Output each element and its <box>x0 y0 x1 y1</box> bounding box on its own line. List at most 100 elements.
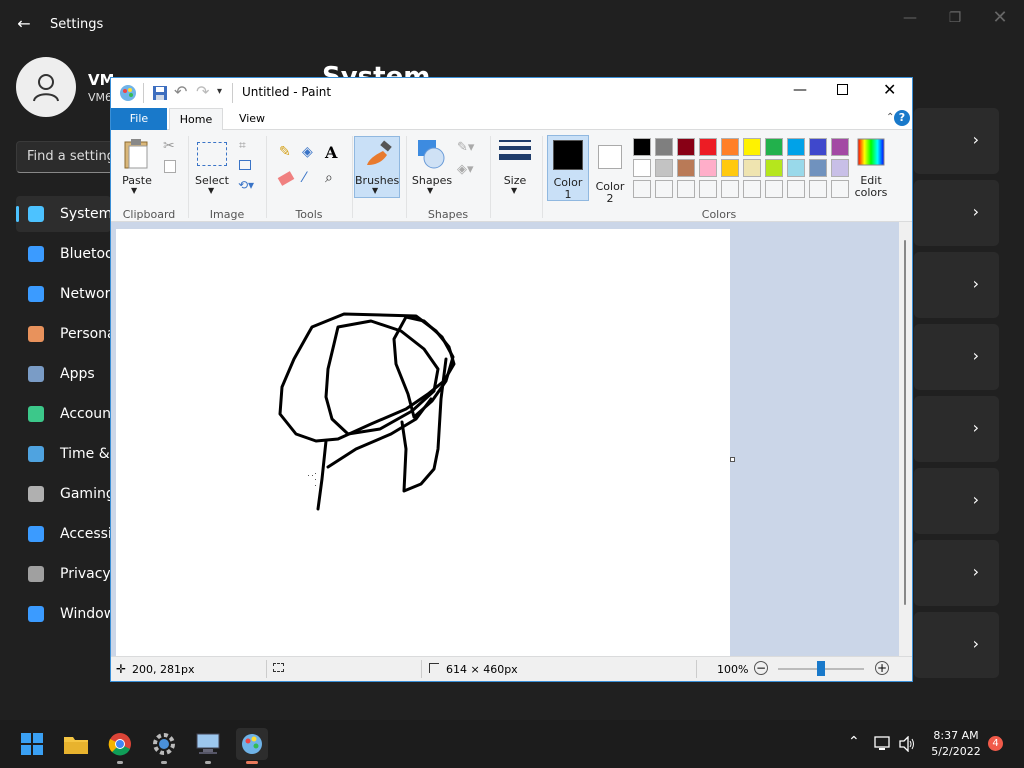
custom-color-slot[interactable] <box>809 180 827 198</box>
palette-swatch[interactable] <box>633 159 651 177</box>
taskbar-settings[interactable] <box>148 728 180 764</box>
canvas-resize-handle[interactable] <box>730 457 735 462</box>
magnifier-icon[interactable]: ⌕ <box>325 170 333 186</box>
shapes-icon[interactable] <box>416 138 448 170</box>
color-picker-icon[interactable]: ⁄ <box>303 170 305 186</box>
settings-card[interactable]: › <box>914 396 999 462</box>
sidebar-item-4[interactable]: Apps <box>16 356 111 392</box>
sidebar-item-8[interactable]: Accessibility <box>16 516 111 552</box>
cut-icon[interactable]: ✂ <box>163 138 175 154</box>
custom-color-slot[interactable] <box>743 180 761 198</box>
palette-swatch[interactable] <box>743 138 761 156</box>
sidebar-item-1[interactable]: Bluetooth & devices <box>16 236 111 272</box>
sidebar-item-10[interactable]: Windows Update <box>16 596 111 632</box>
settings-card[interactable]: › <box>914 180 999 246</box>
sidebar-item-7[interactable]: Gaming <box>16 476 111 512</box>
palette-swatch[interactable] <box>633 138 651 156</box>
sidebar-item-6[interactable]: Time & language <box>16 436 111 472</box>
sidebar-item-9[interactable]: Privacy & security <box>16 556 111 592</box>
back-arrow-icon[interactable]: ← <box>14 14 34 34</box>
paste-dropdown-icon[interactable]: ▼ <box>131 186 137 195</box>
scroll-thumb[interactable] <box>904 240 906 605</box>
tab-home[interactable]: Home <box>169 108 223 130</box>
select-dropdown-icon[interactable]: ▼ <box>208 186 214 195</box>
custom-color-slot[interactable] <box>831 180 849 198</box>
palette-swatch[interactable] <box>699 138 717 156</box>
size-dropdown-icon[interactable]: ▼ <box>511 186 517 195</box>
drawing-canvas[interactable] <box>116 229 730 656</box>
palette-swatch[interactable] <box>765 159 783 177</box>
palette-swatch[interactable] <box>809 138 827 156</box>
palette-swatch[interactable] <box>677 159 695 177</box>
search-input[interactable]: Find a setting <box>16 141 116 173</box>
size-icon[interactable] <box>499 140 531 160</box>
color2-button[interactable]: Color 2 <box>591 135 631 205</box>
zoom-in-icon[interactable]: + <box>875 661 889 675</box>
clock-date[interactable]: 5/2/2022 <box>926 745 986 758</box>
volume-icon[interactable] <box>898 736 916 752</box>
redo-icon[interactable]: ↷ <box>196 82 209 101</box>
sidebar-item-5[interactable]: Accounts <box>16 396 111 432</box>
settings-card[interactable]: › <box>914 612 999 678</box>
paste-icon[interactable] <box>123 138 151 170</box>
zoom-slider-thumb[interactable] <box>817 661 825 676</box>
taskbar-file-explorer[interactable] <box>60 728 92 760</box>
sidebar-item-2[interactable]: Network & internet <box>16 276 111 312</box>
minimize-icon[interactable]: — <box>900 8 920 28</box>
avatar[interactable] <box>16 57 76 117</box>
palette-swatch[interactable] <box>655 159 673 177</box>
shapes-dropdown-icon[interactable]: ▼ <box>427 186 433 195</box>
paint-minimize-icon[interactable]: — <box>793 82 807 98</box>
maximize-icon[interactable]: ❐ <box>945 8 965 28</box>
tab-file[interactable]: File <box>111 108 167 130</box>
custom-color-slot[interactable] <box>655 180 673 198</box>
custom-color-slot[interactable] <box>765 180 783 198</box>
custom-color-slot[interactable] <box>633 180 651 198</box>
edit-colors-icon[interactable] <box>857 138 885 166</box>
sidebar-item-0[interactable]: System <box>16 196 111 232</box>
settings-card[interactable]: › <box>914 252 999 318</box>
shape-fill-icon[interactable]: ◈▾ <box>457 162 474 177</box>
settings-card[interactable]: › <box>914 540 999 606</box>
start-button[interactable] <box>16 728 48 760</box>
custom-color-slot[interactable] <box>677 180 695 198</box>
palette-swatch[interactable] <box>655 138 673 156</box>
color1-button[interactable]: Color 1 <box>547 135 589 201</box>
text-icon[interactable]: A <box>325 143 337 162</box>
palette-swatch[interactable] <box>787 138 805 156</box>
pencil-icon[interactable]: ✎ <box>279 144 291 160</box>
crop-icon[interactable]: ⌗ <box>239 138 246 153</box>
palette-swatch[interactable] <box>809 159 827 177</box>
custom-color-slot[interactable] <box>787 180 805 198</box>
vertical-scrollbar[interactable] <box>899 222 912 656</box>
palette-swatch[interactable] <box>831 159 849 177</box>
custom-color-slot[interactable] <box>699 180 717 198</box>
palette-swatch[interactable] <box>743 159 761 177</box>
settings-card[interactable]: › <box>914 108 999 174</box>
brushes-button[interactable]: Brushes ▼ <box>354 136 400 198</box>
fill-icon[interactable]: ◈ <box>302 144 313 160</box>
palette-swatch[interactable] <box>787 159 805 177</box>
palette-swatch[interactable] <box>831 138 849 156</box>
show-hidden-icons[interactable]: ⌃ <box>848 734 860 750</box>
help-icon[interactable]: ? <box>894 110 910 126</box>
palette-swatch[interactable] <box>677 138 695 156</box>
paint-maximize-icon[interactable] <box>837 84 848 95</box>
network-icon[interactable] <box>874 736 892 752</box>
taskbar-chrome[interactable] <box>104 728 136 764</box>
settings-card[interactable]: › <box>914 468 999 534</box>
palette-swatch[interactable] <box>721 159 739 177</box>
settings-card[interactable]: › <box>914 324 999 390</box>
palette-swatch[interactable] <box>765 138 783 156</box>
palette-swatch[interactable] <box>721 138 739 156</box>
resize-icon[interactable] <box>239 160 251 170</box>
taskbar-remote-desktop[interactable] <box>192 728 224 764</box>
sidebar-item-3[interactable]: Personalization <box>16 316 111 352</box>
copy-icon[interactable] <box>164 160 176 173</box>
taskbar-paint[interactable] <box>236 728 268 764</box>
custom-color-slot[interactable] <box>721 180 739 198</box>
clock-time[interactable]: 8:37 AM <box>926 729 986 742</box>
tab-view[interactable]: View <box>231 108 273 130</box>
undo-icon[interactable]: ↶ <box>174 82 187 101</box>
close-icon[interactable]: ✕ <box>990 8 1010 28</box>
